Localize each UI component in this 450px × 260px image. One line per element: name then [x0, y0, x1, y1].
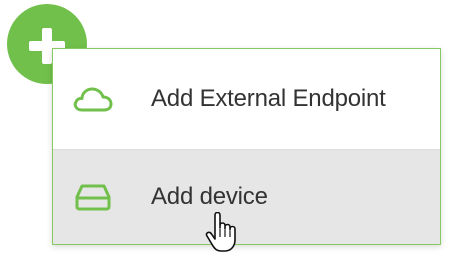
- add-menu-stage: Add External Endpoint Add device: [0, 0, 450, 260]
- menu-item-add-device[interactable]: Add device: [53, 149, 440, 244]
- menu-item-label: Add device: [151, 183, 268, 210]
- menu-item-label: Add External Endpoint: [151, 85, 386, 112]
- storage-device-icon: [69, 177, 117, 217]
- cloud-icon: [69, 79, 117, 119]
- menu-item-add-external-endpoint[interactable]: Add External Endpoint: [53, 49, 440, 149]
- add-dropdown-menu: Add External Endpoint Add device: [52, 48, 441, 245]
